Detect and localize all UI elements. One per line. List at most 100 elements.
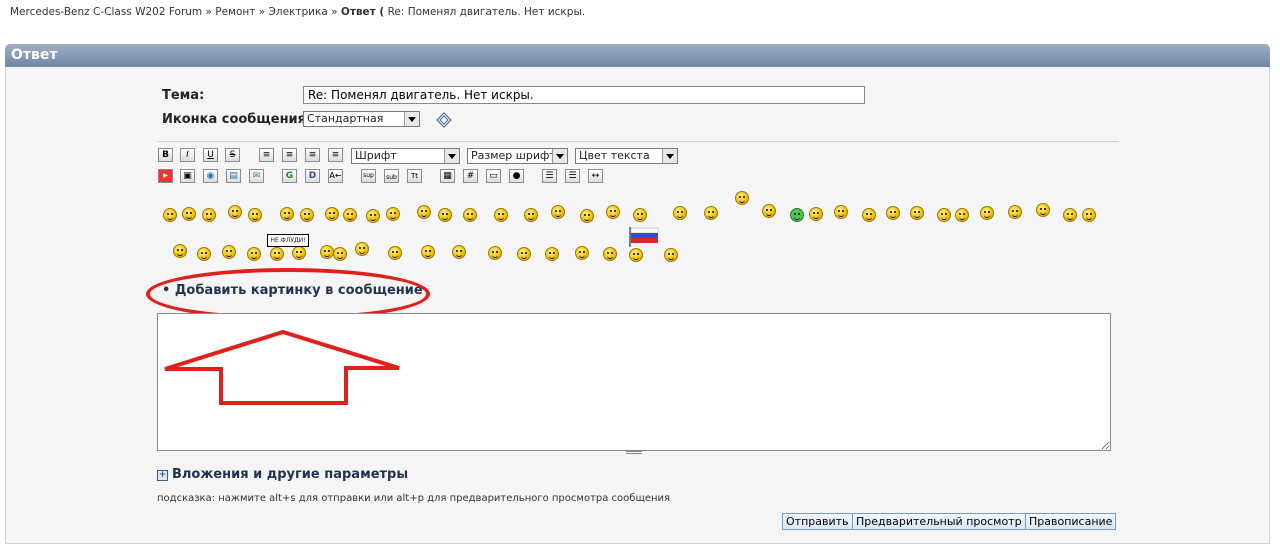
smiley-icon[interactable] <box>270 247 284 261</box>
smiley-icon[interactable] <box>937 208 951 222</box>
submit-button[interactable]: Отправить <box>782 513 853 530</box>
smiley-icon[interactable] <box>762 204 776 218</box>
smiley-icon[interactable] <box>366 209 380 223</box>
smiley-icon[interactable] <box>386 207 400 221</box>
html-button[interactable]: ▭ <box>486 169 501 183</box>
smiley-icon[interactable] <box>545 247 559 261</box>
align-right-button[interactable]: ≡ <box>305 148 320 162</box>
smiley-icon[interactable] <box>421 245 435 259</box>
smiley-icon[interactable] <box>494 208 508 222</box>
youtube-button[interactable]: ▶ <box>158 169 173 183</box>
smiley-icon[interactable] <box>862 208 876 222</box>
smiley-icon[interactable] <box>163 208 177 222</box>
smiley-icon[interactable] <box>735 191 749 205</box>
smiley-icon[interactable] <box>228 205 242 219</box>
google-button[interactable]: G <box>282 169 297 183</box>
post-icon-select[interactable]: Стандартная <box>303 111 420 127</box>
insert-link-button[interactable]: ◉ <box>203 169 218 183</box>
smiley-icon[interactable] <box>980 206 994 220</box>
smiley-icon[interactable] <box>551 205 565 219</box>
editor-resize-handle[interactable] <box>626 451 642 455</box>
smiley-icon[interactable] <box>834 205 848 219</box>
smiley-icon[interactable] <box>463 208 477 222</box>
breadcrumb-separator: » <box>205 6 212 18</box>
insert-email-button[interactable]: ✉ <box>249 169 264 183</box>
smiley-icon[interactable] <box>886 206 900 220</box>
no-flood-sign[interactable]: НЕ ФЛУДИ! <box>267 234 309 247</box>
teletype-button[interactable]: Tt <box>407 169 422 183</box>
table-button[interactable]: ▦ <box>440 169 455 183</box>
bullet-list-icon: ☰ <box>545 171 554 181</box>
smiley-icon[interactable] <box>333 247 347 261</box>
wiki-button[interactable]: D <box>305 169 320 183</box>
smiley-icon[interactable] <box>417 205 431 219</box>
image-host-button[interactable]: ▣ <box>180 169 195 183</box>
insert-image-button[interactable]: ▤ <box>226 169 241 183</box>
smiley-icon[interactable] <box>355 242 369 256</box>
ordered-list-button[interactable]: ☰ <box>565 169 580 183</box>
smiley-icon[interactable] <box>1063 208 1077 222</box>
align-center-button[interactable]: ≡ <box>282 148 297 162</box>
smiley-icon[interactable] <box>629 248 643 262</box>
smiley-icon[interactable] <box>603 247 617 261</box>
smiley-icon[interactable] <box>173 244 187 258</box>
strikethrough-button[interactable]: S <box>225 148 240 162</box>
smiley-icon[interactable] <box>300 208 314 222</box>
smiley-icon[interactable] <box>280 207 294 221</box>
code-button[interactable]: # <box>463 169 478 183</box>
smiley-icon[interactable] <box>1082 208 1096 222</box>
unordered-list-button[interactable]: ☰ <box>542 169 557 183</box>
breadcrumb-link-electrics[interactable]: Электрика <box>269 6 328 18</box>
smiley-icon[interactable] <box>524 208 538 222</box>
font-select[interactable]: Шрифт <box>351 148 460 164</box>
smiley-icon[interactable] <box>633 208 647 222</box>
smiley-icon[interactable] <box>704 206 718 220</box>
quote-button[interactable]: A← <box>328 169 343 183</box>
superscript-button[interactable]: sup <box>361 169 376 183</box>
smiley-icon[interactable] <box>248 208 262 222</box>
font-size-select[interactable]: Размер шрифта <box>467 148 568 164</box>
smiley-icon[interactable] <box>955 208 969 222</box>
smiley-icon[interactable] <box>809 207 823 221</box>
align-left-button[interactable]: ≡ <box>259 148 274 162</box>
php-button[interactable]: ● <box>509 169 524 183</box>
smiley-icon[interactable] <box>488 246 502 260</box>
smiley-icon[interactable] <box>320 245 334 259</box>
smiley-icon[interactable] <box>452 245 466 259</box>
smiley-icon[interactable] <box>343 208 357 222</box>
smiley-icon[interactable] <box>1036 203 1050 217</box>
smiley-icon[interactable] <box>182 207 196 221</box>
subject-input[interactable] <box>303 86 865 104</box>
breadcrumb-link-repair[interactable]: Ремонт <box>215 6 255 18</box>
post-icon-select-value: Стандартная <box>307 112 384 125</box>
smiley-icon[interactable] <box>790 208 804 222</box>
smiley-icon[interactable] <box>222 245 236 259</box>
smiley-icon[interactable] <box>202 208 216 222</box>
smiley-icon[interactable] <box>292 246 306 260</box>
attachments-toggle[interactable]: + Вложения и другие параметры <box>157 467 408 482</box>
smiley-icon[interactable] <box>1008 205 1022 219</box>
smiley-icon[interactable] <box>388 246 402 260</box>
smiley-icon[interactable] <box>575 246 589 260</box>
smiley-icon[interactable] <box>325 207 339 221</box>
subscript-button[interactable]: sub <box>384 169 399 183</box>
smiley-icon[interactable] <box>673 206 687 220</box>
spellcheck-button[interactable]: Правописание <box>1025 513 1117 530</box>
underline-button[interactable]: U <box>203 148 218 162</box>
horizontal-rule-button[interactable]: ↔ <box>588 169 603 183</box>
smiley-icon[interactable] <box>438 208 452 222</box>
smiley-icon[interactable] <box>247 247 261 261</box>
justify-button[interactable]: ≡ <box>328 148 343 162</box>
smiley-icon[interactable] <box>606 205 620 219</box>
russian-flag-icon[interactable] <box>629 227 659 247</box>
smiley-icon[interactable] <box>580 209 594 223</box>
bold-button[interactable]: B <box>158 148 173 162</box>
text-color-select[interactable]: Цвет текста <box>575 148 678 164</box>
italic-button[interactable]: I <box>180 148 195 162</box>
smiley-icon[interactable] <box>664 248 678 262</box>
preview-button[interactable]: Предварительный просмотр <box>852 513 1026 530</box>
smiley-icon[interactable] <box>910 206 924 220</box>
breadcrumb-link-forum[interactable]: Mercedes-Benz C-Class W202 Forum <box>10 6 202 18</box>
smiley-icon[interactable] <box>197 247 211 261</box>
smiley-icon[interactable] <box>517 247 531 261</box>
